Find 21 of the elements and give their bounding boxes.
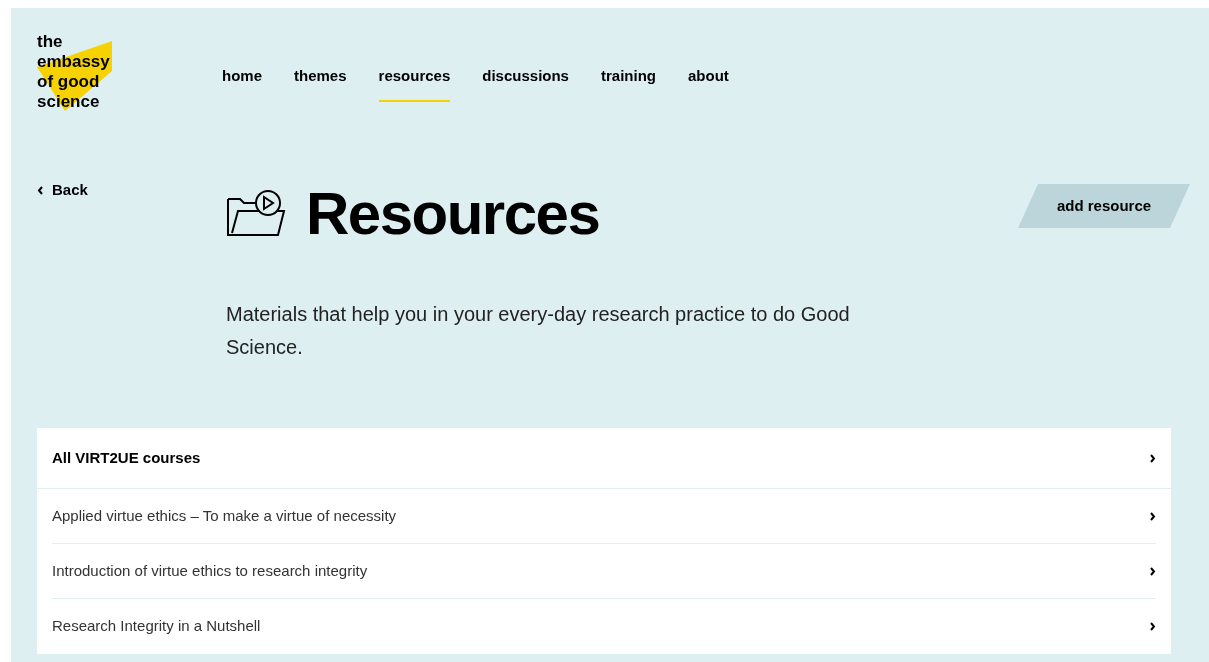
chevron-right-icon <box>1149 453 1156 463</box>
logo-text: the <box>37 32 63 52</box>
nav-link[interactable]: training <box>600 65 656 102</box>
back-link[interactable]: Back <box>37 180 226 200</box>
add-resource-button[interactable]: add resource <box>1018 184 1190 228</box>
chevron-right-icon <box>1149 511 1156 521</box>
nav-link[interactable]: about <box>687 65 729 102</box>
list-item[interactable]: Applied virtue ethics – To make a virtue of necessity <box>52 489 1156 544</box>
description: Materials that help you in your every-day research practice to do Good Science. <box>226 302 851 360</box>
chevron-right-icon <box>1149 622 1156 631</box>
nav-link[interactable]: resources <box>378 65 451 102</box>
folder-play-icon <box>226 189 286 239</box>
nav-link[interactable]: discussions <box>482 65 569 102</box>
nav-link[interactable]: home <box>222 65 262 102</box>
list-header[interactable]: All VIRT2UE courses <box>37 428 1171 489</box>
list-item[interactable]: Research Integrity in a Nutshell <box>52 599 1156 654</box>
chevron-left-icon <box>37 185 44 195</box>
page-title: Resources <box>306 184 600 244</box>
chevron-right-icon <box>1149 566 1156 576</box>
nav-link[interactable]: themes <box>294 65 347 102</box>
list-item[interactable]: Introduction of virtue ethics to research integrity <box>52 544 1156 599</box>
